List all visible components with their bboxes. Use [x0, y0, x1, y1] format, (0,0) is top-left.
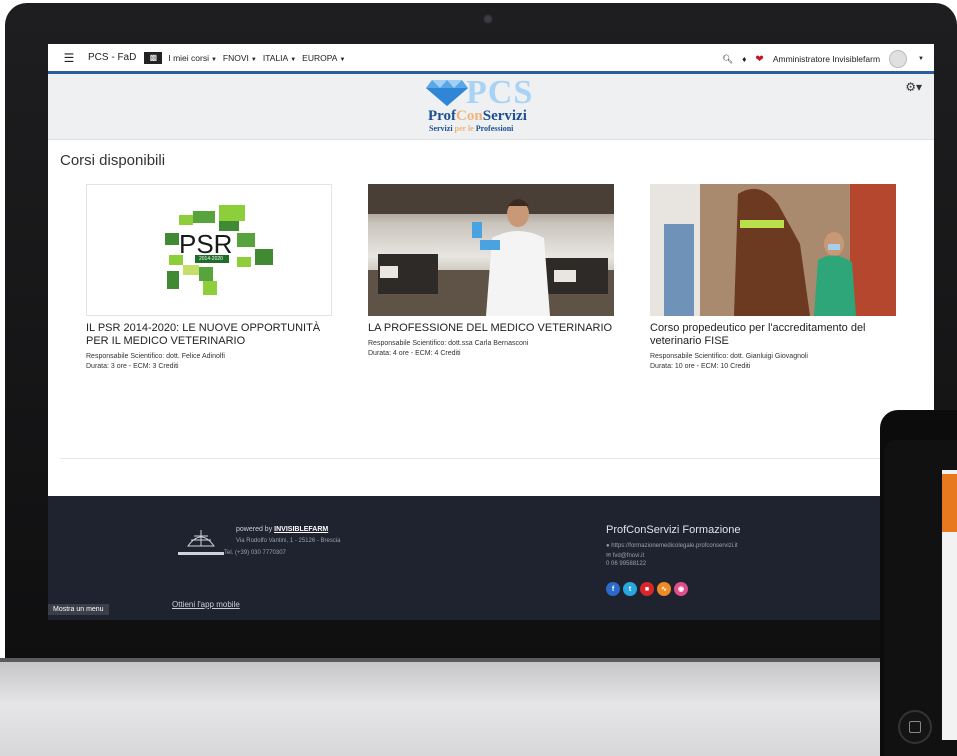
course-responsible: Responsabile Scientifico: dott.ssa Carla…: [368, 340, 529, 347]
footer-org-title: ProfConServizi Formazione: [606, 524, 741, 536]
diamond-icon: [426, 80, 468, 106]
course-duration: Durata: 4 ore - ECM: 4 Crediti: [368, 350, 461, 357]
caret-down-icon: ▼: [339, 56, 346, 63]
webcam: [483, 14, 493, 24]
veterinarian-photo: [368, 184, 614, 316]
invisiblefarm-logo: [178, 530, 224, 555]
navbar-right: 🔍︎ ♦ ❤ Amministratore Invisiblefarm ▼: [722, 44, 924, 74]
menu-fnovi[interactable]: FNOVI ▼: [223, 53, 257, 63]
search-icon[interactable]: 🔍︎: [722, 54, 733, 65]
footer-tel: Tel. (+39) 030 7770307: [224, 550, 286, 556]
page-footer: powered by INVISIBLEFARM Via Rodolfo Van…: [48, 496, 934, 620]
user-menu-caret-icon[interactable]: ▼: [918, 56, 924, 62]
footer-website[interactable]: ● https://formazionemedicolegale.profcon…: [606, 543, 738, 549]
course-title[interactable]: LA PROFESSIONE DEL MEDICO VETERINARIO: [368, 322, 614, 335]
rss-icon[interactable]: ∿: [657, 582, 671, 596]
bell-icon[interactable]: ♦: [742, 54, 746, 64]
course-duration: Durata: 3 ore - ECM: 3 Crediti: [86, 363, 179, 370]
caret-down-icon: ▼: [210, 56, 217, 63]
course-responsible: Responsabile Scientifico: dott. Felice A…: [86, 353, 225, 360]
social-icons: f t ■ ∿ ◉: [606, 582, 688, 596]
invisiblefarm-link[interactable]: INVISIBLEFARM: [274, 526, 328, 533]
course-card[interactable]: LA PROFESSIONE DEL MEDICO VETERINARIO Re…: [368, 184, 614, 357]
psr-logo-years: 2014-2020: [199, 256, 223, 262]
bookmark-icon[interactable]: ■: [640, 582, 654, 596]
browser-screen: ☰ PCS - FaD ▩ I miei corsi ▼ FNOVI ▼ ITALI…: [48, 44, 934, 620]
course-image-psr[interactable]: PSR 2014-2020: [86, 184, 332, 316]
course-title[interactable]: IL PSR 2014-2020: LE NUOVE OPPORTUNITÀ P…: [86, 322, 332, 348]
header-logo-band: PCS ProfConServizi Servizi per le Profes…: [48, 74, 934, 140]
logo-name: ProfConServizi: [428, 108, 527, 124]
sitemap-icon[interactable]: ▩: [144, 51, 163, 64]
content-divider: [60, 458, 922, 459]
user-name[interactable]: Amministratore Invisiblefarm: [773, 54, 880, 64]
course-image-horse[interactable]: [650, 184, 896, 316]
dribbble-icon[interactable]: ◉: [674, 582, 688, 596]
monitor-chin: [0, 662, 957, 756]
site-brand[interactable]: PCS - FaD: [88, 52, 136, 63]
footer-email[interactable]: ✉ fvd@fnovi.it: [606, 552, 644, 559]
twitter-icon[interactable]: t: [623, 582, 637, 596]
caret-down-icon: ▼: [250, 56, 257, 63]
globe-icon: ●: [606, 543, 610, 549]
powered-by: powered by INVISIBLEFARM: [236, 526, 329, 533]
course-card[interactable]: Corso propedeutico per l'accreditamento …: [650, 184, 896, 370]
message-icon[interactable]: ❤: [755, 54, 763, 65]
footer-phone: 0 06 99588122: [606, 561, 647, 567]
course-responsible: Responsabile Scientifico: dott. Gianluig…: [650, 353, 808, 360]
menu-europa[interactable]: EUROPA ▼: [302, 53, 345, 63]
page-title: Corsi disponibili: [60, 152, 166, 169]
hamburger-icon[interactable]: ☰: [56, 51, 82, 65]
mobile-app-link[interactable]: Ottieni l'app mobile: [172, 600, 240, 609]
scene: ☰ PCS - FaD ▩ I miei corsi ▼ FNOVI ▼ ITALI…: [0, 0, 957, 756]
facebook-icon[interactable]: f: [606, 582, 620, 596]
avatar[interactable]: [889, 50, 908, 68]
gear-icon[interactable]: ⚙▾: [905, 80, 922, 94]
home-square-icon: [909, 721, 921, 733]
site-logo[interactable]: PCS ProfConServizi Servizi per le Profes…: [426, 74, 556, 136]
course-duration: Durata: 10 ore - ECM: 10 Crediti: [650, 363, 751, 370]
caret-down-icon: ▼: [290, 56, 297, 63]
logo-tagline: Servizi per le Professioni: [429, 124, 514, 133]
horse-vet-photo: [650, 184, 896, 316]
course-image-vet[interactable]: [368, 184, 614, 316]
course-title[interactable]: Corso propedeutico per l'accreditamento …: [650, 322, 896, 348]
mail-icon: ✉: [606, 553, 612, 559]
top-navbar: ☰ PCS - FaD ▩ I miei corsi ▼ FNOVI ▼ ITALI…: [48, 44, 934, 74]
menu-italia[interactable]: ITALIA ▼: [263, 53, 296, 63]
show-menu-button[interactable]: Mostra un menu: [48, 604, 109, 615]
course-card[interactable]: PSR 2014-2020 IL PSR 2014-2020: LE NUOVE…: [86, 184, 332, 370]
menu-my-courses[interactable]: I miei corsi ▼: [168, 53, 217, 63]
logo-pcs: PCS: [466, 74, 534, 111]
footer-address: Via Rodolfo Vantini, 1 - 25126 - Brescia: [236, 538, 341, 544]
tablet-header-band: [942, 474, 957, 532]
